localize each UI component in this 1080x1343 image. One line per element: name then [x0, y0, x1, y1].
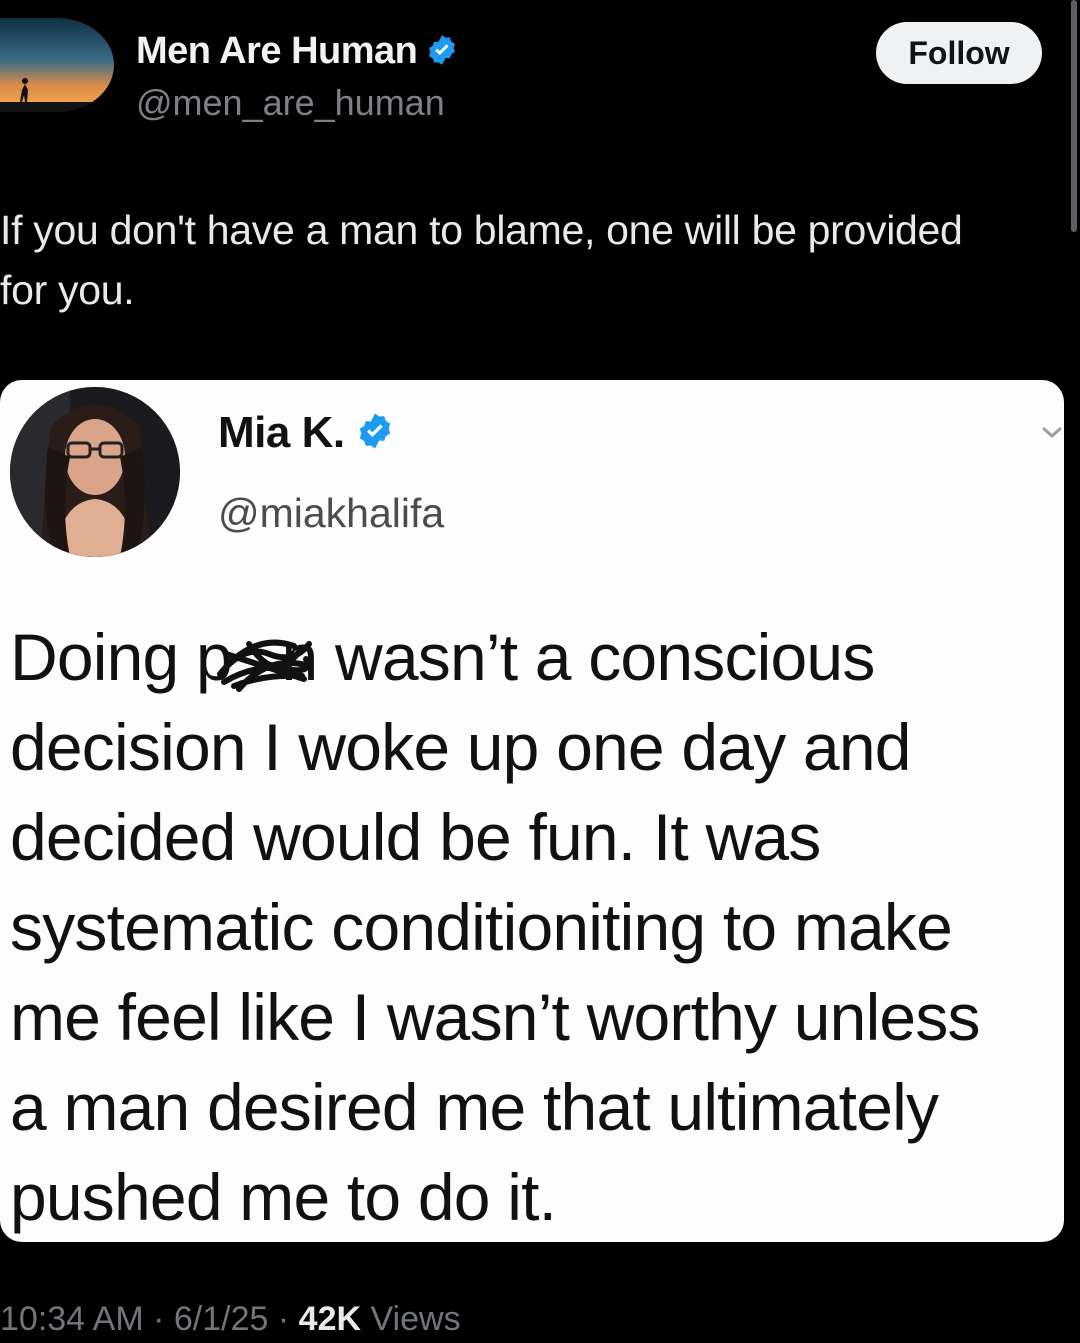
quoted-text-line: pushed me to do it. [10, 1160, 557, 1234]
post-text: If you don't have a man to blame, one wi… [0, 200, 1060, 320]
verified-badge-icon [355, 411, 395, 462]
verified-badge-icon [425, 33, 459, 77]
separator: · [153, 1300, 165, 1338]
post-text-line: If you don't have a man to blame, one wi… [0, 207, 963, 253]
post-text-line: for you. [0, 267, 135, 313]
author-avatar[interactable] [0, 18, 114, 112]
quoted-author-avatar [10, 387, 180, 557]
author-name-text[interactable]: Men Are Human [136, 30, 418, 72]
post-metadata: 10:34 AM · 6/1/25 · 42K Views [0, 1300, 461, 1339]
quoted-text-line: a man desired me that ultimately [10, 1070, 939, 1144]
quoted-author-handle: @miakhalifa [218, 490, 445, 536]
quoted-text-line: decision I woke up one day and [10, 710, 911, 784]
post-time[interactable]: 10:34 AM [0, 1300, 144, 1338]
quoted-author-name: Mia K. [218, 408, 395, 462]
quoted-author-name-text: Mia K. [218, 408, 345, 457]
views-count: 42K [298, 1300, 362, 1338]
post-date[interactable]: 6/1/25 [174, 1300, 269, 1338]
quoted-text-line: me feel like I wasn’t worthy unless [10, 980, 981, 1054]
separator: · [277, 1300, 290, 1338]
quoted-text-line: Doing p n wasn’t a conscious [10, 620, 875, 694]
quoted-text-line: systematic conditioniting to make [10, 890, 953, 964]
scribble-redaction [214, 624, 314, 699]
author-name[interactable]: Men Are Human [136, 30, 459, 77]
follow-button[interactable]: Follow [876, 22, 1042, 84]
quoted-post-text: Doing p n wasn’t a conscious decision I … [10, 612, 1065, 1242]
scrollbar[interactable] [1071, 0, 1077, 232]
views-label: Views [370, 1300, 461, 1338]
author-handle[interactable]: @men_are_human [136, 82, 445, 124]
quoted-text-line: decided would be fun. It was [10, 800, 821, 874]
chevron-down-icon [1040, 422, 1064, 447]
